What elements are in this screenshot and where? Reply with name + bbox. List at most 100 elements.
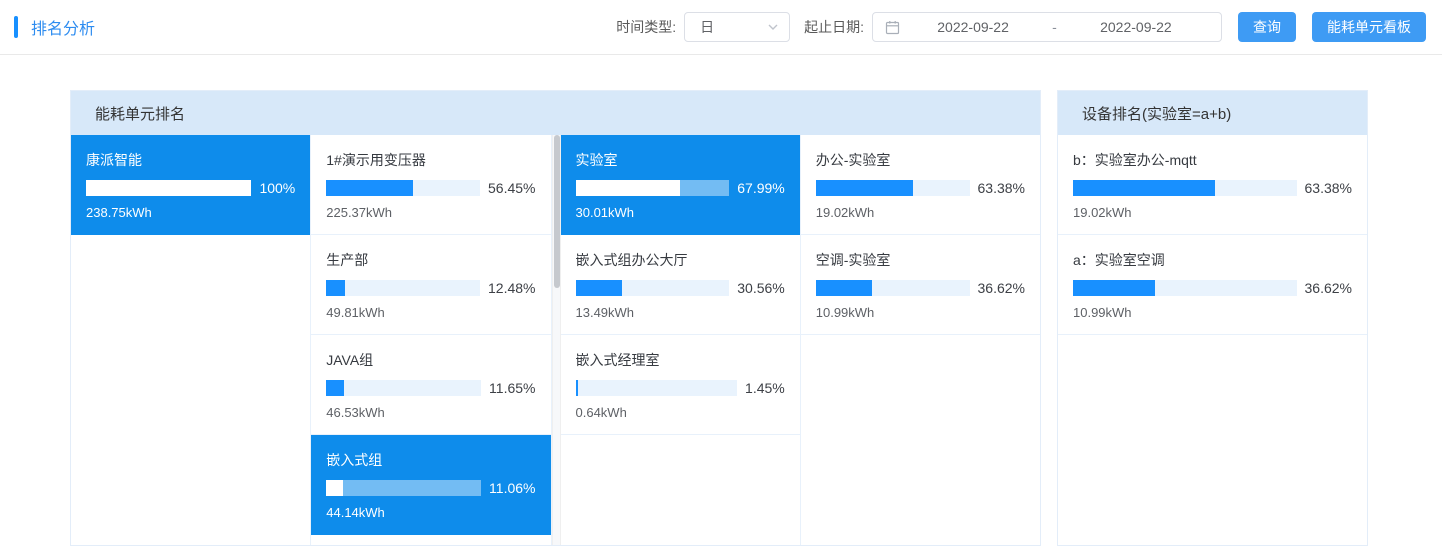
rank-card[interactable]: JAVA组 11.65% 46.53kWh [311,335,550,435]
end-date[interactable]: 2022-09-22 [1063,19,1209,35]
column-scrollbar[interactable] [552,135,561,545]
progress-bar-fill [576,380,578,396]
device-panel-header: 设备排名(实验室=a+b) [1058,91,1367,135]
rank-card-name: 办公-实验室 [816,150,1025,170]
rank-card[interactable]: 办公-实验室 63.38% 19.02kWh [801,135,1040,235]
date-range-label: 起止日期: [804,17,864,37]
query-button[interactable]: 查询 [1238,12,1296,42]
progress-bar-fill [326,380,344,396]
progress-bar-fill [326,280,345,296]
calendar-icon [885,20,900,35]
date-separator: - [1046,19,1063,35]
time-type-value: 日 [700,17,714,37]
progress-bar-track [1073,280,1297,296]
progress-bar-row: 67.99% [576,180,785,196]
rank-card-name: 1#演示用变压器 [326,150,535,170]
rank-card-percent: 36.62% [1305,280,1352,296]
progress-bar-row: 1.45% [576,380,785,396]
progress-bar-track [576,280,730,296]
kanban-button[interactable]: 能耗单元看板 [1312,12,1426,42]
rank-card-percent: 11.06% [489,480,535,496]
ranking-column: 办公-实验室 63.38% 19.02kWh 空调-实验室 36.62% 10.… [801,135,1040,545]
rank-card-percent: 63.38% [1305,180,1352,196]
rank-card-name: 生产部 [326,250,535,270]
rank-card-energy: 225.37kWh [326,205,535,220]
ranking-column: 1#演示用变压器 56.45% 225.37kWh 生产部 12.48% 49.… [311,135,551,545]
rank-card-energy: 30.01kWh [576,205,785,220]
progress-bar-fill [576,180,681,196]
rank-card-energy: 0.64kWh [576,405,785,420]
progress-bar-fill [576,280,623,296]
device-ranking-panel: 设备排名(实验室=a+b) b：实验室办公-mqtt 63.38% 19.02k… [1057,90,1368,546]
progress-bar-track [326,380,481,396]
rank-card[interactable]: 嵌入式组 11.06% 44.14kWh [311,435,550,535]
progress-bar-row: 11.65% [326,380,535,396]
rank-card[interactable]: b：实验室办公-mqtt 63.38% 19.02kWh [1058,135,1367,235]
progress-bar-row: 56.45% [326,180,535,196]
time-type-select[interactable]: 日 [684,12,790,42]
progress-bar-track [576,180,730,196]
progress-bar-track [816,280,970,296]
rank-card[interactable]: 空调-实验室 36.62% 10.99kWh [801,235,1040,335]
rank-card-name: 空调-实验室 [816,250,1025,270]
content-area: 能耗单元排名 康派智能 100% 238.75kWh 1#演示用变压器 56.4… [70,90,1368,546]
page: 排名分析 时间类型: 日 起止日期: 20 [0,0,1442,547]
toolbar: 时间类型: 日 起止日期: 2022-09-22 [616,12,1426,42]
progress-bar-fill [816,280,872,296]
progress-bar-track [1073,180,1297,196]
rank-card-percent: 100% [259,180,295,196]
progress-bar-row: 12.48% [326,280,535,296]
rank-card-energy: 238.75kWh [86,205,295,220]
progress-bar-fill [1073,280,1155,296]
progress-bar-row: 36.62% [1073,280,1352,296]
progress-bar-track [326,480,481,496]
rank-card-percent: 30.56% [737,280,784,296]
progress-bar-track [816,180,970,196]
progress-bar-row: 30.56% [576,280,785,296]
topbar: 排名分析 时间类型: 日 起止日期: 20 [0,0,1442,55]
device-ranking-list: b：实验室办公-mqtt 63.38% 19.02kWh a：实验室空调 36.… [1058,135,1367,545]
progress-bar-track [326,180,480,196]
rank-card-name: JAVA组 [326,350,535,370]
progress-bar-row: 63.38% [1073,180,1352,196]
rank-card-energy: 46.53kWh [326,405,535,420]
rank-card[interactable]: 嵌入式组办公大厅 30.56% 13.49kWh [561,235,800,335]
rank-card-percent: 1.45% [745,380,785,396]
rank-card-energy: 19.02kWh [816,205,1025,220]
rank-card-percent: 67.99% [737,180,784,196]
rank-card-name: 嵌入式组 [326,450,535,470]
progress-bar-fill [86,180,251,196]
progress-bar-row: 100% [86,180,295,196]
rank-card[interactable]: 生产部 12.48% 49.81kWh [311,235,550,335]
rank-card-name: 实验室 [576,150,785,170]
rank-card-name: b：实验室办公-mqtt [1073,150,1352,170]
rank-card-name: 嵌入式经理室 [576,350,785,370]
progress-bar-fill [1073,180,1215,196]
rank-card-percent: 12.48% [488,280,535,296]
rank-card[interactable]: 康派智能 100% 238.75kWh [71,135,310,235]
progress-bar-fill [816,180,913,196]
page-title: 排名分析 [31,15,95,39]
rank-card[interactable]: 1#演示用变压器 56.45% 225.37kWh [311,135,550,235]
date-range-input[interactable]: 2022-09-22 - 2022-09-22 [872,12,1222,42]
rank-card-name: 嵌入式组办公大厅 [576,250,785,270]
rank-card[interactable]: a：实验室空调 36.62% 10.99kWh [1058,235,1367,335]
rank-card[interactable]: 嵌入式经理室 1.45% 0.64kWh [561,335,800,435]
rank-card-percent: 63.38% [978,180,1025,196]
progress-bar-track [326,280,480,296]
unit-ranking-panel: 能耗单元排名 康派智能 100% 238.75kWh 1#演示用变压器 56.4… [70,90,1041,546]
ranking-column: 实验室 67.99% 30.01kWh 嵌入式组办公大厅 30.56% 13.4… [561,135,801,545]
rank-card-energy: 49.81kWh [326,305,535,320]
rank-card-percent: 11.65% [489,380,535,396]
title-accent-bar [14,16,18,38]
rank-card[interactable]: 实验室 67.99% 30.01kWh [561,135,800,235]
progress-bar-track [576,380,738,396]
unit-ranking-columns: 康派智能 100% 238.75kWh 1#演示用变压器 56.45% 225.… [71,135,1040,545]
rank-card-energy: 10.99kWh [1073,305,1352,320]
rank-card-energy: 13.49kWh [576,305,785,320]
unit-panel-body: 康派智能 100% 238.75kWh 1#演示用变压器 56.45% 225.… [71,135,1040,545]
progress-bar-row: 36.62% [816,280,1025,296]
ranking-column: 康派智能 100% 238.75kWh [71,135,311,545]
start-date[interactable]: 2022-09-22 [900,19,1046,35]
scrollbar-thumb[interactable] [554,135,560,288]
